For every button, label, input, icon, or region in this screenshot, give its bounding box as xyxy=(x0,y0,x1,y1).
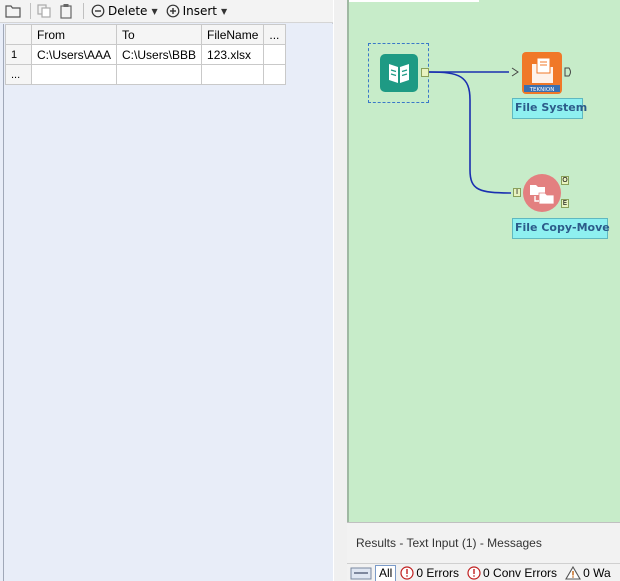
warning-icon xyxy=(565,566,582,580)
error-icon xyxy=(400,566,414,580)
results-filter-bar: All 0 Errors 0 Conv Errors 0 Wa xyxy=(347,563,620,581)
output-anchor-icon[interactable] xyxy=(564,67,573,77)
new-row: ... xyxy=(5,64,287,85)
column-header-add[interactable]: ... xyxy=(263,24,287,45)
warnings-count: 0 Wa xyxy=(583,566,611,580)
text-input-tool[interactable] xyxy=(380,54,418,92)
output-anchor[interactable]: O xyxy=(561,176,569,185)
file-system-label[interactable]: File System xyxy=(512,98,587,119)
copy-icon[interactable] xyxy=(35,2,53,20)
input-anchor[interactable]: I xyxy=(513,188,521,197)
filter-warnings-button[interactable]: 0 Wa xyxy=(565,566,611,580)
minus-circle-icon xyxy=(91,4,105,18)
filter-errors-button[interactable]: 0 Errors xyxy=(400,566,459,580)
cell-from[interactable]: C:\Users\AAA xyxy=(30,44,118,65)
results-panel: Results - Text Input (1) - Messages All … xyxy=(347,522,620,581)
error-anchor[interactable]: E xyxy=(561,199,569,208)
cell-to[interactable]: C:\Users\BBB xyxy=(116,44,203,65)
plus-circle-icon xyxy=(166,4,179,18)
grid-corner-cell[interactable] xyxy=(5,24,32,45)
grid-toolbar: Delete ▼ Insert ▼ xyxy=(0,0,333,23)
text-input-grid-area: From To FileName ... 1 C:\Users\AAA C:\U… xyxy=(3,24,333,581)
new-cell[interactable] xyxy=(30,64,118,85)
table-row: 1 C:\Users\AAA C:\Users\BBB 123.xlsx xyxy=(5,44,287,65)
cell-filename[interactable]: 123.xlsx xyxy=(201,44,265,65)
row-number[interactable]: 1 xyxy=(5,44,32,65)
insert-label: Insert xyxy=(182,4,218,18)
connection-to-file-copy xyxy=(428,71,512,194)
errors-count: 0 Errors xyxy=(416,566,460,580)
delete-button[interactable]: Delete ▼ xyxy=(88,1,161,21)
input-anchor-icon[interactable] xyxy=(511,67,520,77)
error-icon xyxy=(467,566,481,580)
file-system-tool[interactable]: TEKNION xyxy=(522,52,562,94)
new-cell[interactable] xyxy=(116,64,203,85)
paste-icon[interactable] xyxy=(57,2,75,20)
column-header-to[interactable]: To xyxy=(116,24,203,45)
grid-header-row: From To FileName ... xyxy=(5,24,287,45)
table-view-icon[interactable] xyxy=(347,564,375,581)
book-icon xyxy=(380,54,418,92)
column-header-from[interactable]: From xyxy=(30,24,118,45)
new-cell[interactable] xyxy=(263,64,287,85)
delete-label: Delete xyxy=(108,4,148,18)
teknion-badge: TEKNION xyxy=(529,87,555,93)
folder-open-icon[interactable] xyxy=(4,2,22,20)
file-copy-move-label[interactable]: File Copy-Move xyxy=(512,218,610,239)
toolbar-separator xyxy=(83,3,84,19)
filter-conv-errors-button[interactable]: 0 Conv Errors xyxy=(467,566,557,580)
filter-all-button[interactable]: All xyxy=(375,564,397,581)
workflow-canvas[interactable]: TEKNION File System I O E File Copy-Move xyxy=(347,0,620,522)
output-anchor[interactable] xyxy=(421,68,429,77)
cell-extra[interactable] xyxy=(263,44,287,65)
toolbar-separator xyxy=(30,3,31,19)
conv-errors-count: 0 Conv Errors xyxy=(483,566,558,580)
copy-folders-icon xyxy=(523,174,561,212)
file-copy-move-tool[interactable] xyxy=(522,173,562,213)
chevron-down-icon[interactable]: ▼ xyxy=(151,7,157,16)
insert-button[interactable]: Insert ▼ xyxy=(163,1,231,21)
chevron-down-icon[interactable]: ▼ xyxy=(221,7,227,16)
new-row-marker[interactable]: ... xyxy=(5,64,32,85)
configuration-panel: Delete ▼ Insert ▼ From To FileName ... 1… xyxy=(0,0,333,581)
new-cell[interactable] xyxy=(201,64,265,85)
results-title: Results - Text Input (1) - Messages xyxy=(356,536,542,550)
panel-splitter[interactable] xyxy=(334,0,347,581)
folder-document-icon: TEKNION xyxy=(522,52,562,94)
column-header-filename[interactable]: FileName xyxy=(201,24,265,45)
text-input-grid: From To FileName ... 1 C:\Users\AAA C:\U… xyxy=(5,24,287,85)
